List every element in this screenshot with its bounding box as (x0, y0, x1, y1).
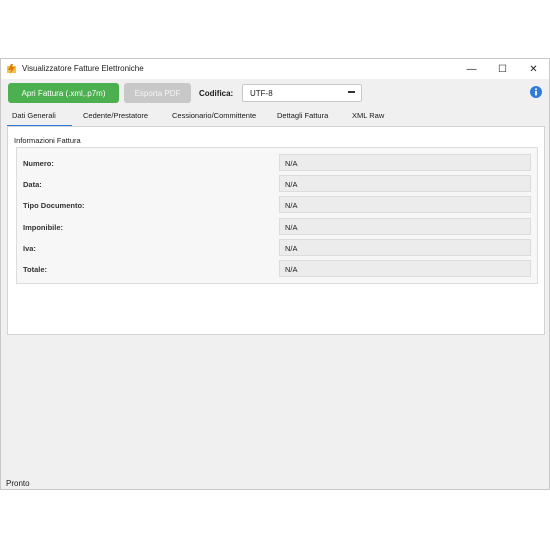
minimize-button[interactable]: — (456, 59, 487, 79)
field-row-imponibile: Imponibile: N/A (17, 218, 537, 236)
field-value-box: N/A (279, 175, 531, 192)
tab-xml-raw[interactable]: XML Raw (352, 111, 384, 120)
field-label: Imponibile: (23, 223, 63, 232)
toolbar: Apri Fattura (.xml,.p7m) Esporta PDF Cod… (1, 79, 549, 107)
info-icon[interactable] (530, 86, 542, 98)
field-value: N/A (285, 223, 298, 232)
title-bar: Visualizzatore Fatture Elettroniche — ☐ … (1, 59, 549, 79)
field-label: Tipo Documento: (23, 201, 85, 210)
field-value: N/A (285, 201, 298, 210)
tab-cedente-prestatore[interactable]: Cedente/Prestatore (83, 111, 148, 120)
field-row-numero: Numero: N/A (17, 154, 537, 172)
tab-cessionario-committente[interactable]: Cessionario/Committente (172, 111, 256, 120)
field-value-box: N/A (279, 154, 531, 171)
field-row-tipo-documento: Tipo Documento: N/A (17, 196, 537, 214)
tab-bar: Dati Generali Cedente/Prestatore Cession… (1, 107, 549, 127)
encoding-label: Codifica: (199, 89, 234, 98)
field-row-iva: Iva: N/A (17, 239, 537, 257)
invoice-info-group: Numero: N/A Data: N/A Tipo Documento: N/… (16, 147, 538, 284)
dropdown-caret-icon (348, 91, 355, 93)
field-label: Data: (23, 180, 42, 189)
tab-panel-dati-generali: Informazioni Fattura Numero: N/A Data: N… (7, 126, 545, 335)
window-title: Visualizzatore Fatture Elettroniche (22, 64, 144, 73)
open-invoice-button[interactable]: Apri Fattura (.xml,.p7m) (8, 83, 119, 103)
field-value: N/A (285, 244, 298, 253)
app-window: Visualizzatore Fatture Elettroniche — ☐ … (0, 58, 550, 490)
field-row-totale: Totale: N/A (17, 260, 537, 278)
field-value: N/A (285, 180, 298, 189)
field-value-box: N/A (279, 260, 531, 277)
status-bar-text: Pronto (6, 479, 30, 488)
encoding-select[interactable]: UTF-8 (242, 84, 362, 102)
close-button[interactable]: ✕ (518, 59, 549, 79)
field-value-box: N/A (279, 196, 531, 213)
maximize-button[interactable]: ☐ (487, 59, 518, 79)
field-label: Numero: (23, 159, 54, 168)
app-icon (7, 64, 16, 74)
field-value: N/A (285, 159, 298, 168)
field-value-box: N/A (279, 239, 531, 256)
field-value-box: N/A (279, 218, 531, 235)
tab-dettagli-fattura[interactable]: Dettagli Fattura (277, 111, 328, 120)
field-label: Totale: (23, 265, 48, 274)
encoding-value: UTF-8 (250, 89, 273, 98)
group-title: Informazioni Fattura (14, 136, 81, 145)
field-row-data: Data: N/A (17, 175, 537, 193)
tab-dati-generali[interactable]: Dati Generali (12, 111, 56, 120)
field-value: N/A (285, 265, 298, 274)
field-label: Iva: (23, 244, 36, 253)
export-pdf-button[interactable]: Esporta PDF (124, 83, 191, 103)
